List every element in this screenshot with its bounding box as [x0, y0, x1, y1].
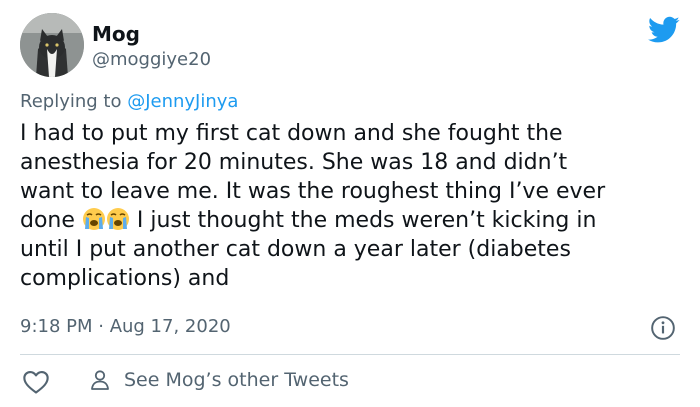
display-name[interactable]: Mog — [92, 22, 140, 46]
tweet-timestamp[interactable]: 9:18 PM · Aug 17, 2020 — [20, 315, 231, 339]
info-icon[interactable] — [650, 315, 676, 341]
tweet-line: want to leave me. It was the roughest th… — [20, 179, 606, 204]
loudly-crying-face-emoji — [82, 208, 105, 230]
reply-mention-link[interactable]: @JennyJinya — [127, 91, 238, 112]
tweet-text: I had to put my first cat down and she f… — [20, 119, 684, 293]
tweet-line: complications) and — [20, 266, 230, 291]
avatar-cat-image — [20, 13, 84, 77]
tweet-line-segment: I just thought the meds weren’t kicking … — [129, 208, 597, 233]
avatar[interactable] — [20, 13, 84, 77]
user-handle[interactable]: @moggiye20 — [92, 48, 211, 72]
tweet-line-segment: done — [20, 208, 75, 233]
person-icon — [91, 370, 109, 390]
replying-to-label: Replying to — [20, 91, 128, 112]
replying-to: Replying to @JennyJinya — [20, 90, 238, 114]
tweet-line: I had to put my first cat down and she f… — [20, 121, 563, 146]
tweet-line: until I put another cat down a year late… — [20, 237, 571, 262]
tweet-line: anesthesia for 20 minutes. She was 18 an… — [20, 150, 568, 175]
tweet-line-with-emoji: done I just thought the meds weren’t kic… — [20, 206, 684, 235]
divider — [20, 354, 680, 355]
twitter-bird-icon[interactable] — [648, 16, 680, 44]
heart-icon[interactable] — [22, 369, 50, 395]
loudly-crying-face-emoji — [106, 208, 129, 230]
see-other-tweets-link[interactable]: See Mog’s other Tweets — [88, 366, 349, 394]
see-other-tweets-label: See Mog’s other Tweets — [124, 369, 349, 391]
